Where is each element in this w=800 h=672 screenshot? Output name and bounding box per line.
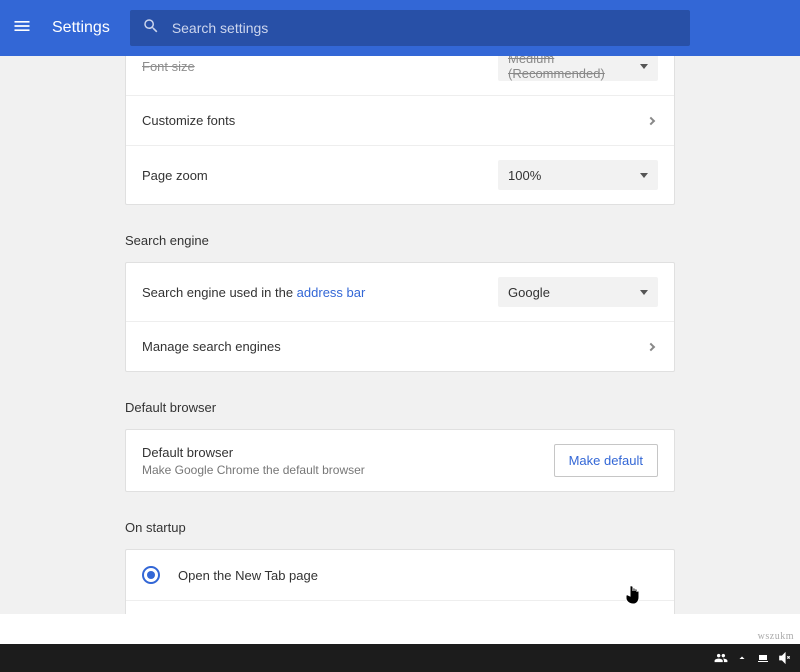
- customize-fonts-row[interactable]: Customize fonts: [126, 95, 674, 145]
- chevron-down-icon: [640, 290, 648, 295]
- watermark: wszukm: [758, 631, 794, 642]
- default-browser-row: Default browser Make Google Chrome the d…: [126, 430, 674, 491]
- chevron-down-icon: [640, 64, 648, 69]
- page-zoom-select[interactable]: 100%: [498, 160, 658, 190]
- manage-search-engines-row[interactable]: Manage search engines: [126, 321, 674, 371]
- address-bar-link[interactable]: address bar: [297, 285, 366, 300]
- startup-option-1[interactable]: Continue where you left off: [126, 600, 674, 614]
- section-on-startup: On startup: [125, 520, 675, 535]
- make-default-button[interactable]: Make default: [554, 444, 658, 477]
- section-search-engine: Search engine: [125, 233, 675, 248]
- font-size-row[interactable]: Font size Medium (Recommended): [126, 56, 674, 95]
- menu-icon[interactable]: [12, 16, 36, 40]
- font-size-select[interactable]: Medium (Recommended): [498, 56, 658, 81]
- search-engine-used-row[interactable]: Search engine used in the address bar Go…: [126, 263, 674, 321]
- radio-icon[interactable]: [142, 566, 160, 584]
- search-engine-card: Search engine used in the address bar Go…: [125, 262, 675, 372]
- search-input[interactable]: [172, 20, 678, 36]
- startup-option-0[interactable]: Open the New Tab page: [126, 550, 674, 600]
- settings-scroll[interactable]: Font size Medium (Recommended) Customize…: [0, 56, 800, 614]
- page-zoom-row[interactable]: Page zoom 100%: [126, 145, 674, 204]
- page-title: Settings: [52, 19, 110, 37]
- chevron-right-icon: [647, 116, 655, 124]
- chevron-up-icon[interactable]: [736, 652, 748, 664]
- search-icon: [142, 17, 172, 40]
- chevron-down-icon: [640, 173, 648, 178]
- search-engine-select[interactable]: Google: [498, 277, 658, 307]
- font-size-label: Font size: [142, 59, 498, 74]
- network-icon[interactable]: [756, 652, 770, 664]
- startup-card: Open the New Tab page Continue where you…: [125, 549, 675, 614]
- volume-mute-icon[interactable]: [778, 651, 792, 665]
- appearance-card: Font size Medium (Recommended) Customize…: [125, 56, 675, 205]
- taskbar: [0, 644, 800, 672]
- default-browser-card: Default browser Make Google Chrome the d…: [125, 429, 675, 492]
- header-bar: Settings: [0, 0, 800, 56]
- search-box[interactable]: [130, 10, 690, 46]
- people-icon[interactable]: [714, 651, 728, 665]
- chevron-right-icon: [647, 342, 655, 350]
- section-default-browser: Default browser: [125, 400, 675, 415]
